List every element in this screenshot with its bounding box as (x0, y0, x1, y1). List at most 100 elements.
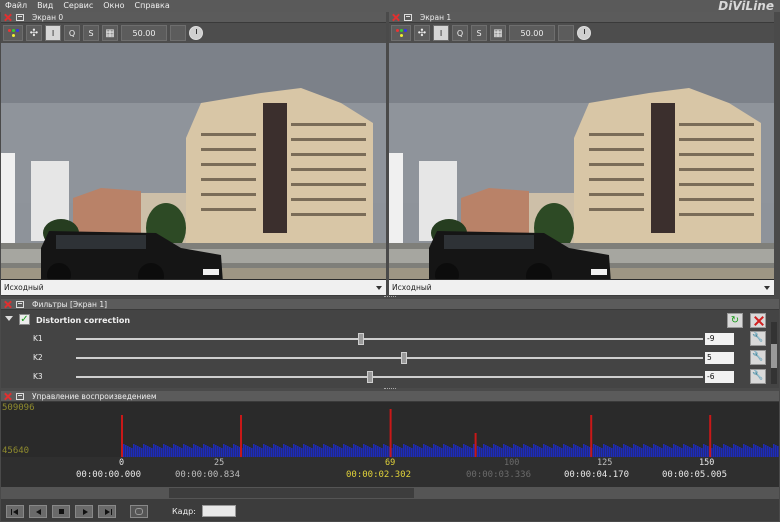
frame-bar (667, 446, 669, 457)
frame-bar (767, 446, 769, 457)
frame-ruler[interactable]: 0 25 69 100 125 150 00:00:00.000 00:00:00.834 00… (1, 457, 779, 487)
close-icon[interactable] (3, 392, 12, 401)
play-icon (83, 508, 88, 515)
menu-help[interactable]: Справка (130, 0, 175, 12)
color-channels-button[interactable] (391, 25, 411, 41)
zoom-dropdown-button[interactable] (170, 25, 186, 41)
mode-i-button[interactable]: I (45, 25, 61, 41)
scrollbar-thumb[interactable] (169, 488, 414, 498)
screen-1-panel: Экран 1 ✣ I Q S ▦ 50.00 Исходный (389, 12, 774, 296)
frame-bar (435, 445, 437, 457)
close-icon[interactable] (391, 13, 400, 22)
filter-enabled-checkbox[interactable]: ✓ (19, 314, 30, 325)
screen-1-source-select[interactable]: Исходный (389, 279, 774, 295)
clock-icon[interactable] (189, 26, 203, 40)
close-icon[interactable] (3, 300, 12, 309)
wrench-icon[interactable]: 🔧 (750, 331, 766, 346)
menu-service[interactable]: Сервис (58, 0, 98, 12)
param-slider[interactable] (76, 357, 703, 359)
frame-bar (293, 444, 295, 457)
clock-icon[interactable] (577, 26, 591, 40)
splitter-handle[interactable] (384, 296, 396, 298)
frame-bar (661, 448, 663, 457)
step-forward-button[interactable] (98, 504, 116, 518)
slider-thumb[interactable] (400, 352, 407, 364)
wrench-icon[interactable]: 🔧 (750, 369, 766, 384)
scrollbar-thumb[interactable] (771, 344, 777, 368)
menu-window[interactable]: Окно (98, 0, 129, 12)
mode-i-button[interactable]: I (433, 25, 449, 41)
param-value-field[interactable]: 5 (705, 352, 734, 364)
skip-back-button[interactable] (6, 504, 24, 518)
mode-q-button[interactable]: Q (64, 25, 80, 41)
menu-view[interactable]: Вид (32, 0, 58, 12)
frame-bar (575, 445, 577, 457)
frame-bar (625, 445, 627, 457)
slider-thumb[interactable] (367, 371, 374, 383)
frame-bar (387, 446, 389, 457)
frame-bar (761, 448, 763, 457)
refresh-icon[interactable]: ↻ (727, 313, 743, 328)
param-label: K3 (33, 372, 43, 381)
zoom-field[interactable]: 50.00 (121, 25, 167, 41)
mode-s-button[interactable]: S (83, 25, 99, 41)
menu-file[interactable]: Файл (0, 0, 32, 12)
frame-bar (621, 448, 623, 457)
param-slider[interactable] (76, 338, 703, 340)
frame-bar (495, 445, 497, 457)
stop-button[interactable] (52, 504, 70, 518)
frame-bar (407, 446, 409, 457)
mode-q-button[interactable]: Q (452, 25, 468, 41)
grid-icon[interactable]: ▦ (490, 25, 506, 41)
timeline-scrollbar[interactable] (1, 487, 779, 499)
wrench-icon[interactable]: 🔧 (750, 350, 766, 365)
loop-button[interactable] (130, 504, 148, 518)
remove-filter-button[interactable] (750, 313, 766, 328)
undock-icon[interactable] (16, 392, 24, 400)
frame-bar (501, 448, 503, 457)
param-value-field[interactable]: -9 (705, 333, 734, 345)
slider-thumb[interactable] (358, 333, 365, 345)
undock-icon[interactable] (16, 13, 24, 21)
zoom-dropdown-button[interactable] (558, 25, 574, 41)
timecode-label: 00:00:05.005 (662, 470, 728, 480)
undock-icon[interactable] (404, 13, 412, 21)
frame-bar (649, 447, 651, 457)
play-button[interactable] (75, 504, 93, 518)
frame-size-timeline[interactable]: 509096 45640 (1, 402, 779, 457)
aperture-icon[interactable]: ✣ (414, 25, 430, 41)
frame-bar (377, 446, 379, 457)
frame-bar (523, 444, 525, 457)
frame-bar (593, 444, 595, 457)
frame-bar (679, 447, 681, 457)
frame-bar (237, 446, 239, 457)
screen-0-source-select[interactable]: Исходный (1, 279, 386, 295)
frame-bar (637, 446, 639, 457)
frame-input[interactable] (201, 505, 236, 517)
frame-bar (557, 446, 559, 457)
grid-icon[interactable]: ▦ (102, 25, 118, 41)
undock-icon[interactable] (16, 300, 24, 308)
frame-bar (543, 444, 545, 457)
frame-bar (517, 446, 519, 457)
screen-0-video (1, 43, 386, 279)
frame-bar (405, 445, 407, 457)
mode-s-button[interactable]: S (471, 25, 487, 41)
close-icon[interactable] (3, 13, 12, 22)
frame-bar (329, 447, 331, 457)
step-back-button[interactable] (29, 504, 47, 518)
collapse-arrow-icon[interactable] (5, 316, 13, 321)
frame-bar (599, 447, 601, 457)
param-slider[interactable] (76, 376, 703, 378)
aperture-icon[interactable]: ✣ (26, 25, 42, 41)
frame-label: Кадр: (172, 506, 196, 516)
frame-bar (261, 448, 263, 457)
timecode-label: 00:00:02.302 (346, 470, 412, 480)
filters-scrollbar[interactable] (771, 322, 777, 384)
remove-icon (753, 316, 764, 326)
zoom-field[interactable]: 50.00 (509, 25, 555, 41)
color-channels-button[interactable] (3, 25, 23, 41)
param-value-field[interactable]: -6 (705, 371, 734, 383)
splitter-handle[interactable] (384, 388, 396, 390)
frame-bar (671, 448, 673, 457)
